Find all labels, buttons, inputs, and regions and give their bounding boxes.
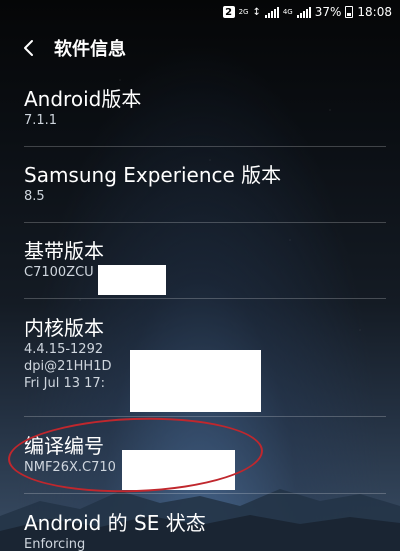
divider <box>24 416 386 417</box>
sim-slot-badge: 2 <box>222 6 235 18</box>
network-type-label: 2G <box>238 7 249 16</box>
battery-percent: 37% <box>314 5 342 19</box>
list-item-se-status[interactable]: Android 的 SE 状态 Enforcing <box>24 510 386 551</box>
divider <box>24 222 386 223</box>
list-item-samsung-experience[interactable]: Samsung Experience 版本 8.5 <box>24 162 386 205</box>
signal-strength-icon-2 <box>296 6 311 18</box>
item-title: 内核版本 <box>24 316 104 340</box>
signal-strength-icon <box>264 6 279 18</box>
item-value: 7.1.1 <box>24 113 58 128</box>
item-title: Android 的 SE 状态 <box>24 511 206 535</box>
clock: 18:08 <box>357 5 392 19</box>
network-type-label-2: 4G <box>282 7 293 16</box>
divider <box>24 146 386 147</box>
redaction-block-kernel <box>130 350 261 412</box>
item-value: 8.5 <box>24 189 45 204</box>
app-header: 软件信息 <box>0 34 400 62</box>
divider <box>24 298 386 299</box>
divider <box>24 493 386 494</box>
list-item-baseband-version[interactable]: 基带版本 C7100ZCU <box>24 238 386 281</box>
redaction-block-baseband <box>98 265 166 295</box>
redaction-block-build <box>122 450 235 490</box>
item-value: C7100ZCU <box>24 265 94 280</box>
item-title: Samsung Experience 版本 <box>24 163 282 187</box>
item-title: 基带版本 <box>24 239 104 263</box>
page-title: 软件信息 <box>54 39 126 60</box>
list-item-android-version[interactable]: Android版本 7.1.1 <box>24 86 386 129</box>
chevron-left-icon <box>24 40 33 56</box>
wifi-calling-icon: ↕ <box>252 6 261 18</box>
battery-icon <box>345 6 354 18</box>
item-title: Android版本 <box>24 87 142 111</box>
status-bar: 2 2G ↕ 4G 37% 18:08 <box>0 0 400 24</box>
item-value: Enforcing <box>24 537 86 551</box>
back-button[interactable] <box>14 34 42 62</box>
